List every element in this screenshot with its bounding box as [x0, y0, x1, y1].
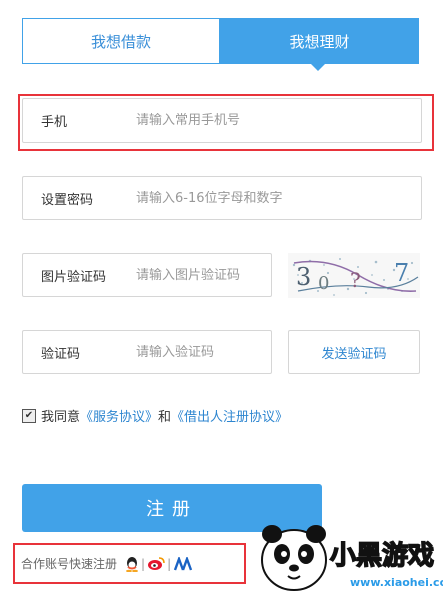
phone-input[interactable]	[136, 113, 421, 128]
renren-icon[interactable]	[173, 556, 193, 571]
agreement-prefix: 我同意	[41, 410, 81, 425]
borrower-agreement-link[interactable]: 《借出人注册协议》	[171, 406, 288, 425]
captcha-noise: 3 0 ? 7	[292, 258, 419, 296]
svg-text:0: 0	[318, 273, 329, 294]
watermark-logo: 小黑游戏 www.xiaohei.com	[250, 520, 443, 594]
image-code-input[interactable]	[136, 267, 271, 283]
svg-text:3: 3	[296, 263, 311, 291]
weibo-icon[interactable]	[147, 556, 165, 571]
send-code-button[interactable]: 发送验证码	[288, 330, 420, 374]
social-login-label: 合作账号快速注册	[21, 557, 118, 571]
social-login-row: 合作账号快速注册 | |	[13, 543, 246, 584]
password-field[interactable]: 设置密码	[22, 176, 422, 220]
image-code-field[interactable]: 图片验证码	[22, 253, 272, 297]
phone-field[interactable]: 手机	[22, 98, 422, 143]
image-code-label: 图片验证码	[41, 269, 107, 285]
divider: |	[141, 556, 146, 571]
active-tab-indicator	[310, 63, 326, 71]
agreement-conjunction: 和	[158, 410, 172, 425]
agreement-checkbox[interactable]: ✔	[22, 408, 36, 423]
password-input[interactable]	[136, 190, 421, 206]
tab-borrow[interactable]: 我想借款	[22, 18, 220, 64]
panda-logo-icon: 小黑游戏 www.xiaohei.com	[261, 525, 443, 591]
service-agreement-link[interactable]: 《服务协议》	[80, 406, 158, 425]
agreement-row: ✔ 我同意 《服务协议》 和 《借出人注册协议》	[22, 406, 288, 425]
captcha-image[interactable]: 3 0 ? 7	[288, 253, 420, 298]
svg-text:www.xiaohei.com: www.xiaohei.com	[350, 576, 443, 589]
tab-invest[interactable]: 我想理财	[220, 18, 419, 64]
sms-code-field[interactable]: 验证码	[22, 330, 272, 374]
svg-text:7: 7	[394, 259, 409, 287]
divider: |	[167, 556, 172, 571]
qq-icon[interactable]	[125, 556, 139, 572]
sms-code-label: 验证码	[41, 346, 81, 362]
svg-text:?: ?	[350, 268, 361, 292]
phone-label: 手机	[41, 115, 68, 130]
svg-text:小黑游戏: 小黑游戏	[330, 541, 434, 571]
password-label: 设置密码	[41, 192, 94, 208]
sms-code-input[interactable]	[136, 344, 271, 360]
